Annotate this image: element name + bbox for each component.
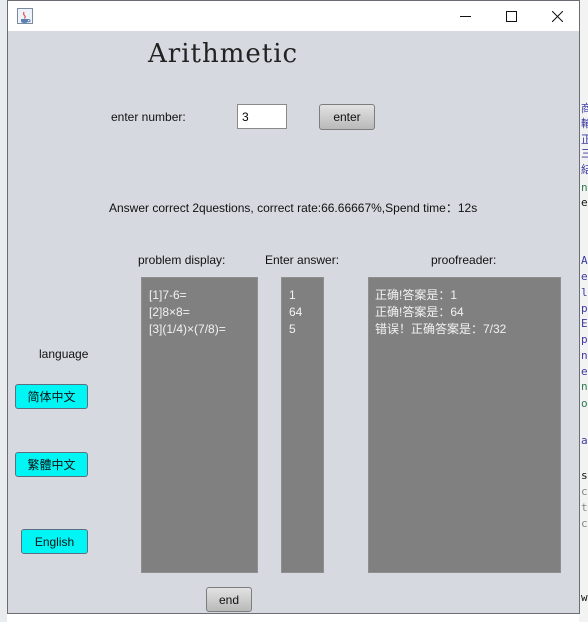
maximize-button[interactable] — [488, 1, 534, 31]
background-text-fragment: w — [581, 591, 588, 604]
background-text-fragment: t — [581, 501, 588, 514]
background-text-fragment: p — [581, 302, 588, 315]
answer-item: 1 — [289, 288, 296, 302]
java-app-icon — [17, 8, 33, 24]
background-text-fragment: A — [581, 254, 588, 267]
background-text-fragment: o — [581, 397, 588, 410]
proofreader-item: 错误！正确答案是：7/32 — [375, 322, 507, 336]
answer-item: 5 — [289, 322, 296, 336]
problem-item: [2]8×8= — [149, 305, 190, 319]
background-text-fragment: 輸 — [581, 117, 588, 130]
background-text-fragment: 商 — [581, 102, 588, 115]
problem-item: [1]7-6= — [149, 288, 187, 302]
background-text-fragment: c — [581, 517, 588, 530]
answer-input-area[interactable]: 1 64 5 — [281, 277, 324, 573]
enter-number-label: enter number: — [111, 110, 186, 124]
number-input[interactable] — [237, 104, 287, 129]
background-text-fragment: e — [581, 270, 588, 283]
traditional-chinese-button[interactable]: 繁體中文 — [15, 452, 88, 477]
problem-display-header: problem display: — [138, 253, 226, 267]
background-text-fragment: n — [581, 181, 588, 194]
background-text-fragment: n — [581, 380, 588, 393]
background-text-fragment: p — [581, 333, 588, 346]
simplified-chinese-button[interactable]: 简体中文 — [15, 384, 88, 409]
problem-display-area: [1]7-6= [2]8×8= [3](1/4)×(7/8)= — [141, 277, 258, 573]
proofreader-item: 正确!答案是：1 — [375, 288, 458, 302]
problem-item: [3](1/4)×(7/8)= — [149, 322, 226, 336]
background-editor-strip: 商輸正三結neAelpEpnenoasctcw — [579, 0, 588, 622]
background-text-fragment: s — [581, 469, 588, 482]
maximize-icon — [505, 10, 517, 22]
background-text-fragment: c — [581, 485, 588, 498]
close-button[interactable] — [534, 1, 580, 31]
background-window-edge — [0, 0, 7, 622]
proofreader-header: proofreader: — [431, 253, 497, 267]
answer-item: 64 — [289, 305, 303, 319]
enter-button[interactable]: enter — [319, 104, 375, 130]
minimize-button[interactable] — [442, 1, 488, 31]
proofreader-item: 正确!答案是：64 — [375, 305, 464, 319]
minimize-icon — [459, 15, 471, 17]
english-button[interactable]: English — [21, 529, 88, 554]
background-text-fragment: a — [581, 434, 588, 447]
app-window: Arithmetic enter number: enter Answer co… — [7, 0, 580, 614]
background-text-fragment: l — [581, 286, 588, 299]
title-bar — [8, 1, 579, 31]
background-text-fragment: 三 — [581, 147, 588, 160]
java-cup-icon — [21, 11, 31, 23]
enter-answer-header: Enter answer: — [265, 253, 340, 267]
result-summary: Answer correct 2questions, correct rate:… — [109, 201, 478, 215]
close-icon — [551, 10, 563, 22]
proofreader-area: 正确!答案是：1 正确!答案是：64 错误！正确答案是：7/32 — [368, 277, 561, 573]
background-text-fragment: E — [581, 317, 588, 330]
background-text-fragment: e — [581, 196, 588, 209]
background-text-fragment: 結 — [581, 163, 588, 176]
language-label: language — [39, 347, 89, 361]
app-title: Arithmetic — [148, 39, 299, 69]
background-text-fragment: 正 — [581, 133, 588, 146]
end-button[interactable]: end — [206, 587, 252, 612]
background-text-fragment: e — [581, 365, 588, 378]
background-text-fragment: n — [581, 349, 588, 362]
